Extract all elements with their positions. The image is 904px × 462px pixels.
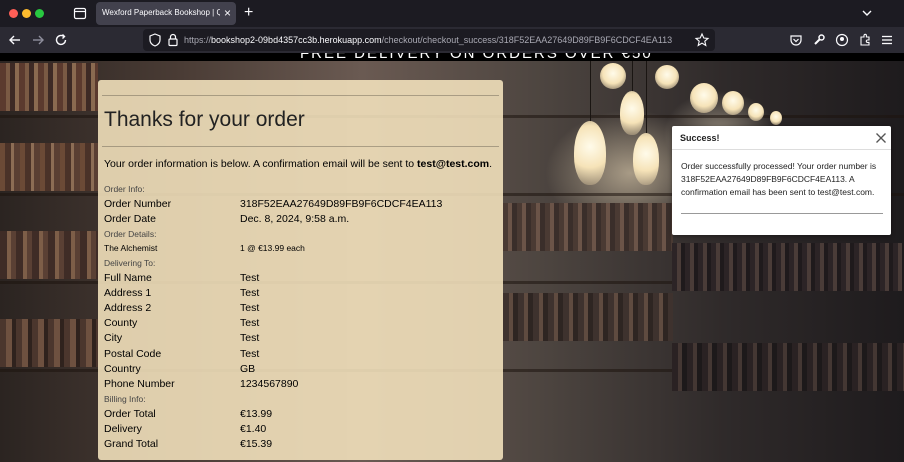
window-zoom-button[interactable] xyxy=(35,9,44,18)
section-heading-order-details: Order Details: xyxy=(104,229,157,239)
county-value: Test xyxy=(240,317,260,329)
toast-message: Order successfully processed! Your order… xyxy=(681,161,877,197)
tab-active[interactable]: Wexford Paperback Bookshop | Quality × xyxy=(96,2,236,25)
menu-icon[interactable] xyxy=(879,32,895,48)
lock-icon[interactable] xyxy=(165,32,181,48)
shield-icon[interactable] xyxy=(147,32,163,48)
confirmation-text-end: . xyxy=(489,158,493,170)
postal-code-label: Postal Code xyxy=(104,348,162,360)
forward-arrow-icon[interactable] xyxy=(30,32,46,48)
success-toast: Success! Order successfully processed! Y… xyxy=(672,126,891,235)
section-heading-delivering-to: Delivering To: xyxy=(104,258,156,268)
country-label: Country xyxy=(104,363,141,375)
back-arrow-icon[interactable] xyxy=(7,32,23,48)
postal-code-value: Test xyxy=(240,348,260,360)
section-heading-billing-info: Billing Info: xyxy=(104,394,146,404)
confirmation-text-main: Your order information is below. A confi… xyxy=(104,158,418,170)
order-total-value: €13.99 xyxy=(240,408,273,420)
close-icon[interactable]: × xyxy=(224,6,231,20)
order-number-value: 318F52EAA27649D89FB9F6CDCF4EA113 xyxy=(240,198,443,210)
tab-list-icon[interactable] xyxy=(72,5,88,21)
grand-total-value: €15.39 xyxy=(240,438,273,450)
wrench-icon[interactable] xyxy=(811,32,827,48)
full-name-label: Full Name xyxy=(104,272,152,284)
order-number-label: Order Number xyxy=(104,198,172,210)
page-title: Thanks for your order xyxy=(104,108,305,131)
county-label: County xyxy=(104,317,138,329)
address1-value: Test xyxy=(240,287,260,299)
delivery-value: €1.40 xyxy=(240,423,267,435)
order-total-label: Order Total xyxy=(104,408,156,420)
section-heading-order-info: Order Info: xyxy=(104,184,145,194)
page-content: FREE DELIVERY ON ORDERS OVER €50 Thanks … xyxy=(0,53,904,462)
confirmation-text: Your order information is below. A confi… xyxy=(104,158,492,170)
toast-title: Success! xyxy=(680,133,720,143)
window-minimize-button[interactable] xyxy=(22,9,31,18)
order-item-title: The Alchemist xyxy=(104,243,158,253)
tab-title: Wexford Paperback Bookshop | Quality xyxy=(102,8,220,17)
order-confirmation-card: Thanks for your order Your order informa… xyxy=(98,80,503,460)
delivery-label: Delivery xyxy=(104,423,142,435)
pocket-icon[interactable] xyxy=(788,32,804,48)
order-date-value: Dec. 8, 2024, 9:58 a.m. xyxy=(240,213,350,225)
reload-icon[interactable] xyxy=(53,32,69,48)
address2-label: Address 2 xyxy=(104,302,152,314)
city-label: City xyxy=(104,332,123,344)
address2-value: Test xyxy=(240,302,260,314)
url-path: /checkout/checkout_success/318F52EAA2764… xyxy=(381,35,673,45)
star-icon[interactable] xyxy=(694,32,710,48)
toast-divider xyxy=(681,213,883,214)
divider xyxy=(102,146,499,147)
url-host: bookshop2-09bd4357cc3b.herokuapp.com xyxy=(211,35,382,45)
phone-number-label: Phone Number xyxy=(104,378,175,390)
plus-icon[interactable]: + xyxy=(244,4,253,22)
phone-number-value: 1234567890 xyxy=(240,378,299,390)
country-value: GB xyxy=(240,363,256,375)
delivery-banner: FREE DELIVERY ON ORDERS OVER €50 xyxy=(300,53,653,62)
chevron-down-icon[interactable] xyxy=(860,6,874,20)
order-date-label: Order Date xyxy=(104,213,156,225)
full-name-value: Test xyxy=(240,272,260,284)
close-icon[interactable] xyxy=(875,131,887,143)
address-bar[interactable]: https://bookshop2-09bd4357cc3b.herokuapp… xyxy=(143,29,715,51)
divider xyxy=(102,95,499,96)
account-icon[interactable] xyxy=(834,32,850,48)
extensions-icon[interactable] xyxy=(857,32,873,48)
confirmation-email: test@test.com xyxy=(417,158,490,170)
grand-total-label: Grand Total xyxy=(104,438,159,450)
order-item-quantity-price: 1 @ €13.99 each xyxy=(240,243,305,253)
toast-header: Success! xyxy=(672,126,891,150)
navigation-toolbar: https://bookshop2-09bd4357cc3b.herokuapp… xyxy=(0,27,904,53)
url-prefix: https:// xyxy=(184,35,212,45)
address1-label: Address 1 xyxy=(104,287,152,299)
url-text[interactable]: https://bookshop2-09bd4357cc3b.herokuapp… xyxy=(184,35,672,45)
window-close-button[interactable] xyxy=(9,9,18,18)
city-value: Test xyxy=(240,332,260,344)
tab-bar: Wexford Paperback Bookshop | Quality × + xyxy=(0,0,904,27)
